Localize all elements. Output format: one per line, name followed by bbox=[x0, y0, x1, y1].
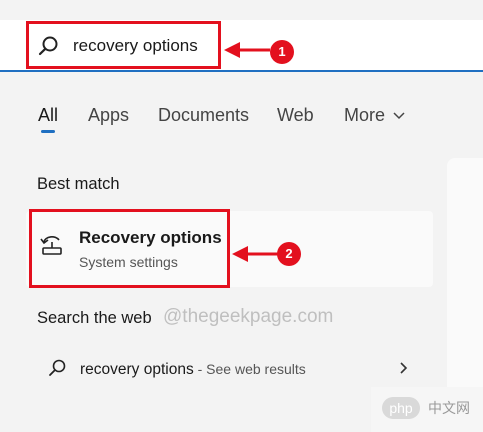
watermark: @thegeekpage.com bbox=[163, 306, 334, 327]
chevron-right-icon[interactable] bbox=[398, 361, 410, 375]
best-match-heading: Best match bbox=[37, 175, 120, 193]
web-result-suffix: - See web results bbox=[193, 361, 306, 377]
search-icon bbox=[47, 358, 67, 378]
active-tab-indicator bbox=[41, 130, 55, 133]
search-highlight-box bbox=[26, 21, 221, 69]
best-match-highlight-box bbox=[29, 209, 230, 288]
filter-tabs: All Apps Documents Web More bbox=[0, 104, 483, 134]
tab-apps[interactable]: Apps bbox=[88, 104, 129, 126]
tab-documents[interactable]: Documents bbox=[158, 104, 249, 126]
search-web-heading: Search the web bbox=[37, 309, 152, 327]
watermark-cn-text: 中文网 bbox=[428, 400, 470, 416]
php-logo: php bbox=[382, 397, 420, 419]
annotation-badge-1: 1 bbox=[270, 40, 294, 64]
annotation-badge-2: 2 bbox=[277, 242, 301, 266]
web-result-query: recovery options bbox=[80, 361, 194, 378]
chevron-down-icon bbox=[393, 112, 405, 120]
tab-all[interactable]: All bbox=[38, 104, 58, 126]
annotation-arrow-1 bbox=[224, 42, 270, 58]
tab-web[interactable]: Web bbox=[277, 104, 314, 126]
tab-more-label: More bbox=[344, 105, 386, 125]
tab-more[interactable]: More bbox=[344, 104, 405, 126]
web-result-text: recovery options - See web results bbox=[80, 359, 306, 380]
annotation-arrow-2 bbox=[232, 246, 278, 262]
